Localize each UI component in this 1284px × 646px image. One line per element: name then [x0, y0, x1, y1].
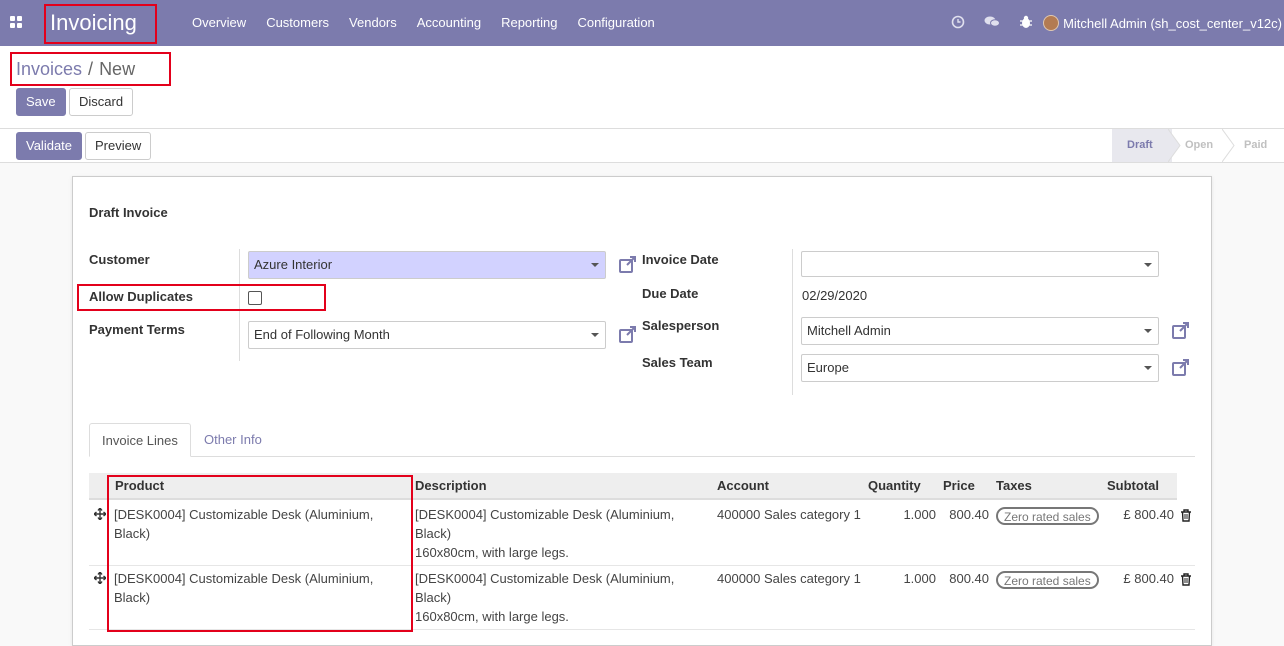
- main-menu: Overview Customers Vendors Accounting Re…: [182, 0, 665, 46]
- top-navbar: Invoicing Overview Customers Vendors Acc…: [0, 0, 1284, 46]
- allow-duplicates-label: Allow Duplicates: [89, 289, 194, 304]
- tax-tag[interactable]: Zero rated sales: [996, 507, 1099, 525]
- tab-invoice-lines[interactable]: Invoice Lines: [89, 423, 191, 457]
- chat-icon[interactable]: [975, 15, 1009, 32]
- allow-duplicates-checkbox[interactable]: [248, 291, 262, 305]
- highlight-box: [107, 475, 413, 632]
- column-header-subtotal[interactable]: Subtotal: [1107, 473, 1159, 499]
- description-cell[interactable]: [DESK0004] Customizable Desk (Aluminium,…: [415, 569, 705, 626]
- stage-arrow-icon: [1168, 129, 1181, 162]
- price-cell[interactable]: 800.40: [939, 569, 989, 588]
- external-link-icon[interactable]: [1171, 358, 1191, 378]
- account-cell[interactable]: 400000 Sales category 1: [717, 505, 862, 524]
- menu-item-reporting[interactable]: Reporting: [491, 0, 567, 46]
- chevron-down-icon: [1144, 366, 1152, 370]
- form-sheet: Draft Invoice Customer Azure Interior Al…: [72, 176, 1212, 646]
- customer-value: Azure Interior: [254, 257, 333, 272]
- external-link-icon[interactable]: [1171, 321, 1191, 341]
- external-link-icon[interactable]: [618, 255, 638, 275]
- description-line: [DESK0004] Customizable Desk (Aluminium,…: [415, 507, 675, 541]
- payment-terms-value: End of Following Month: [254, 327, 390, 342]
- clock-icon[interactable]: [941, 15, 975, 32]
- debug-bug-icon[interactable]: [1009, 15, 1043, 32]
- invoice-date-select[interactable]: [801, 251, 1159, 277]
- breadcrumb: Invoices / New: [10, 52, 171, 86]
- description-line: 160x80cm, with large legs.: [415, 609, 569, 624]
- chevron-down-icon: [591, 263, 599, 267]
- description-line: [DESK0004] Customizable Desk (Aluminium,…: [415, 571, 675, 605]
- description-cell[interactable]: [DESK0004] Customizable Desk (Aluminium,…: [415, 505, 705, 562]
- price-cell[interactable]: 800.40: [939, 505, 989, 524]
- drag-handle-icon[interactable]: [94, 572, 106, 584]
- customer-label: Customer: [89, 252, 150, 267]
- breadcrumb-separator: /: [88, 59, 94, 79]
- stage-draft: Draft: [1112, 129, 1172, 162]
- tax-tag[interactable]: Zero rated sales: [996, 571, 1099, 589]
- sales-team-value: Europe: [807, 360, 849, 375]
- breadcrumb-current: New: [99, 59, 136, 79]
- menu-item-customers[interactable]: Customers: [256, 0, 339, 46]
- column-header-description[interactable]: Description: [415, 473, 487, 499]
- column-header-quantity[interactable]: Quantity: [868, 473, 921, 499]
- column-header-account[interactable]: Account: [717, 473, 769, 499]
- description-line: 160x80cm, with large legs.: [415, 545, 569, 560]
- menu-item-accounting[interactable]: Accounting: [407, 0, 491, 46]
- subtotal-cell: £ 800.40: [1123, 507, 1174, 522]
- validate-button[interactable]: Validate: [16, 132, 83, 160]
- apps-menu-icon[interactable]: [10, 16, 22, 28]
- account-cell[interactable]: 400000 Sales category 1: [717, 569, 862, 588]
- chevron-down-icon: [591, 333, 599, 337]
- payment-terms-select[interactable]: End of Following Month: [248, 321, 606, 349]
- invoice-date-label: Invoice Date: [642, 252, 719, 267]
- trash-icon[interactable]: [1180, 573, 1192, 586]
- chevron-down-icon: [1144, 329, 1152, 333]
- customer-select[interactable]: Azure Interior: [248, 251, 606, 279]
- user-menu[interactable]: Mitchell Admin (sh_cost_center_v12c): [1043, 15, 1284, 31]
- stage-paid: Paid: [1244, 139, 1268, 151]
- control-panel: Invoices / New Save Discard: [0, 46, 1284, 129]
- systray: Mitchell Admin (sh_cost_center_v12c): [941, 0, 1284, 46]
- breadcrumb-parent-link[interactable]: Invoices: [16, 59, 82, 79]
- tab-other-info[interactable]: Other Info: [192, 423, 274, 457]
- menu-item-overview[interactable]: Overview: [182, 0, 256, 46]
- drag-handle-icon[interactable]: [94, 508, 106, 520]
- quantity-cell[interactable]: 1.000: [864, 569, 936, 588]
- sales-team-select[interactable]: Europe: [801, 354, 1159, 382]
- due-date-value: 02/29/2020: [802, 288, 868, 303]
- salesperson-label: Salesperson: [642, 318, 720, 333]
- app-title[interactable]: Invoicing: [44, 4, 157, 44]
- discard-button[interactable]: Discard: [69, 88, 134, 116]
- column-header-taxes[interactable]: Taxes: [996, 473, 1032, 499]
- status-bar: Validate Preview Draft Open Paid: [0, 129, 1284, 163]
- preview-button[interactable]: Preview: [85, 132, 152, 160]
- menu-item-vendors[interactable]: Vendors: [339, 0, 407, 46]
- menu-item-configuration[interactable]: Configuration: [567, 0, 664, 46]
- chevron-down-icon: [1144, 263, 1152, 267]
- payment-terms-label: Payment Terms: [89, 322, 185, 337]
- sales-team-label: Sales Team: [642, 355, 713, 370]
- user-name: Mitchell Admin (sh_cost_center_v12c): [1063, 15, 1282, 31]
- field-divider: [792, 249, 793, 395]
- column-header-price[interactable]: Price: [943, 473, 975, 499]
- avatar: [1043, 15, 1060, 31]
- subtotal-cell: £ 800.40: [1123, 571, 1174, 586]
- notebook-tabs: Invoice Lines Other Info: [89, 423, 1195, 457]
- save-button[interactable]: Save: [16, 88, 66, 116]
- document-title: Draft Invoice: [89, 205, 168, 220]
- stage-arrow-icon: [1222, 129, 1235, 162]
- due-date-label: Due Date: [642, 286, 699, 301]
- salesperson-select[interactable]: Mitchell Admin: [801, 317, 1159, 345]
- external-link-icon[interactable]: [618, 325, 638, 345]
- salesperson-value: Mitchell Admin: [807, 323, 891, 338]
- quantity-cell[interactable]: 1.000: [864, 505, 936, 524]
- trash-icon[interactable]: [1180, 509, 1192, 522]
